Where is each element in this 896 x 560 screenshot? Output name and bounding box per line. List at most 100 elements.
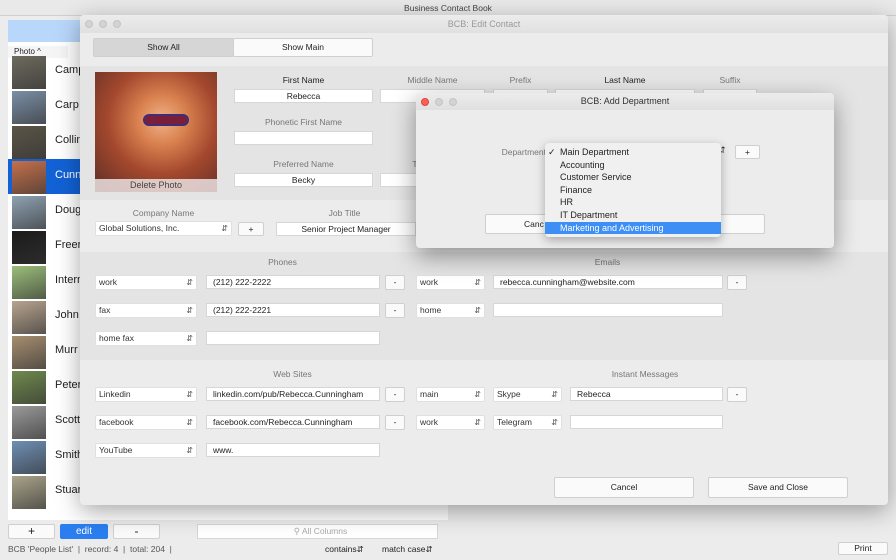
contact-name: Smith xyxy=(55,449,84,461)
add-department-button[interactable]: + xyxy=(735,145,760,159)
search-input[interactable]: ⚲ All Columns xyxy=(197,524,438,539)
contact-name: Cunn xyxy=(55,169,82,181)
remove-record-button[interactable]: - xyxy=(113,524,160,539)
preferred-name-label: Preferred Name xyxy=(273,159,334,169)
website-input[interactable]: linkedin.com/pub/Rebecca.Cunningham xyxy=(206,387,380,401)
stepper-arrows-icon: ⇵ xyxy=(186,334,193,343)
stepper-arrows-icon: ⇵ xyxy=(186,446,193,455)
app-title: Business Contact Book xyxy=(0,0,896,16)
remove-phone-button[interactable]: - xyxy=(385,275,405,290)
website-input[interactable]: www. xyxy=(206,443,380,457)
remove-website-button[interactable]: - xyxy=(385,415,405,430)
contact-thumbnail xyxy=(12,336,46,369)
menu-item-label: Marketing and Advertising xyxy=(560,222,664,233)
website-type-select[interactable]: Linkedin ⇵ xyxy=(95,387,197,402)
job-title-input[interactable]: Senior Project Manager xyxy=(276,222,416,236)
email-input[interactable] xyxy=(493,303,723,317)
website-type-select[interactable]: facebook ⇵ xyxy=(95,415,197,430)
menu-item[interactable]: Marketing and Advertising xyxy=(545,221,721,235)
email-type-select[interactable]: work ⇵ xyxy=(416,275,485,290)
remove-email-button[interactable]: - xyxy=(727,275,747,290)
first-name-input[interactable]: Rebecca xyxy=(234,89,373,103)
phonetic-first-name-input[interactable] xyxy=(234,131,373,145)
match-case-label: match case xyxy=(382,544,426,554)
website-input[interactable]: facebook.com/Rebecca.Cunningham xyxy=(206,415,380,429)
email-type-select-value: home xyxy=(420,305,442,315)
contact-thumbnail xyxy=(12,91,46,124)
close-window-icon[interactable] xyxy=(85,20,93,28)
contact-thumbnail xyxy=(12,56,46,89)
menu-item[interactable]: Finance xyxy=(545,184,721,197)
stepper-arrows-icon: ⇵ xyxy=(551,390,558,399)
minimize-window-icon[interactable] xyxy=(99,20,107,28)
phone-type-select[interactable]: work ⇵ xyxy=(95,275,197,290)
sunglasses-shape xyxy=(143,114,189,126)
phone-input[interactable] xyxy=(206,331,380,345)
close-dialog-icon[interactable] xyxy=(421,98,429,106)
contact-name: Stuar xyxy=(55,484,82,496)
save-and-close-button[interactable]: Save and Close xyxy=(708,477,848,498)
contact-thumbnail xyxy=(12,441,46,474)
search-placeholder: All Columns xyxy=(301,526,348,536)
stepper-arrows-icon: ⇵ xyxy=(186,306,193,315)
menu-item[interactable]: HR xyxy=(545,196,721,209)
email-input[interactable]: rebecca.cunningham@website.com xyxy=(493,275,723,289)
edit-contact-window: BCB: Edit Contact Show All Show Main Del… xyxy=(80,15,888,505)
zoom-window-icon[interactable] xyxy=(113,20,121,28)
company-value: Global Solutions, Inc. xyxy=(99,223,180,233)
contains-label: contains xyxy=(325,544,357,554)
im-input[interactable]: Rebecca xyxy=(570,387,723,401)
contact-thumbnail xyxy=(12,301,46,334)
delete-photo-button[interactable]: Delete Photo xyxy=(95,179,217,192)
search-icon: ⚲ xyxy=(293,526,300,536)
phone-input[interactable]: (212) 222-2222 xyxy=(206,275,380,289)
prefix-label: Prefix xyxy=(509,75,532,85)
menu-item-label: IT Department xyxy=(560,209,618,220)
stepper-arrows-icon: ⇵ xyxy=(474,278,481,287)
email-type-select[interactable]: home ⇵ xyxy=(416,303,485,318)
phone-input[interactable]: (212) 222-2221 xyxy=(206,303,380,317)
last-name-label: Last Name xyxy=(604,75,646,85)
add-company-button[interactable]: + xyxy=(238,222,264,236)
remove-im-button[interactable]: - xyxy=(727,387,747,402)
contact-name: Freer xyxy=(55,239,82,251)
add-record-button[interactable]: + xyxy=(8,524,55,539)
im-input[interactable] xyxy=(570,415,723,429)
im-service-select[interactable]: Skype ⇵ xyxy=(493,387,562,402)
tab-show-main[interactable]: Show Main xyxy=(233,38,373,57)
print-button[interactable]: Print xyxy=(838,542,888,555)
im-type-select[interactable]: main ⇵ xyxy=(416,387,485,402)
cancel-button[interactable]: Cancel xyxy=(554,477,694,498)
menu-item[interactable]: Accounting xyxy=(545,159,721,172)
tab-show-all[interactable]: Show All xyxy=(93,38,234,57)
zoom-dialog-icon xyxy=(449,98,457,106)
website-type-select[interactable]: YouTube ⇵ xyxy=(95,443,197,458)
im-service-select-value: Skype xyxy=(497,389,521,399)
contains-select[interactable]: contains⇵ xyxy=(325,544,364,555)
remove-website-button[interactable]: - xyxy=(385,387,405,402)
emails-label: Emails xyxy=(594,257,621,267)
contact-photo[interactable] xyxy=(95,72,217,192)
phone-type-select-value: work xyxy=(99,277,117,287)
phone-type-select[interactable]: fax ⇵ xyxy=(95,303,197,318)
preferred-name-input[interactable]: Becky xyxy=(234,173,373,187)
phone-type-select[interactable]: home fax ⇵ xyxy=(95,331,197,346)
im-type-select[interactable]: work ⇵ xyxy=(416,415,485,430)
website-type-select-value: Linkedin xyxy=(99,389,131,399)
menu-item-label: Finance xyxy=(560,184,593,195)
menu-item[interactable]: Customer Service xyxy=(545,171,721,184)
menu-item-label: HR xyxy=(560,197,573,208)
company-name-label: Company Name xyxy=(132,208,195,218)
edit-button[interactable]: edit xyxy=(60,524,108,539)
im-service-select[interactable]: Telegram ⇵ xyxy=(493,415,562,430)
remove-phone-button[interactable]: - xyxy=(385,303,405,318)
company-select[interactable]: Global Solutions, Inc. ⇵ xyxy=(95,221,232,236)
contact-thumbnail xyxy=(12,196,46,229)
phonetic-first-name-label: Phonetic First Name xyxy=(265,117,342,127)
im-type-select-value: work xyxy=(420,417,438,427)
menu-item[interactable]: IT Department xyxy=(545,209,721,222)
phones-label: Phones xyxy=(268,257,297,267)
department-dropdown-menu[interactable]: ✓ Main Department Accounting Customer Servi… xyxy=(545,143,721,237)
match-case-select[interactable]: match case⇵ xyxy=(382,544,433,555)
menu-item[interactable]: ✓ Main Department xyxy=(545,146,721,159)
